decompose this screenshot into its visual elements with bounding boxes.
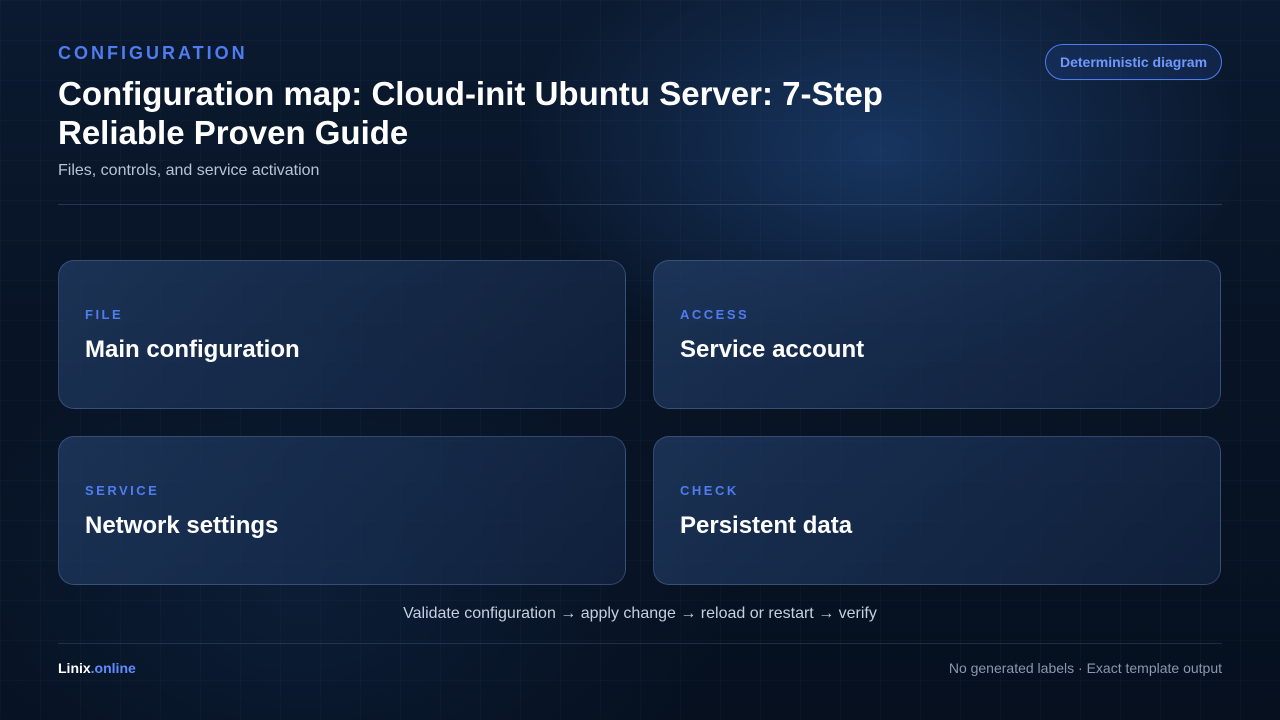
card-file: FILE Main configuration: [58, 260, 626, 409]
footer-note: No generated labels · Exact template out…: [948, 660, 1222, 676]
card-title: Service account: [680, 336, 865, 363]
diagram-badge: Deterministic diagram: [1045, 44, 1222, 80]
footer-divider: [58, 643, 1222, 644]
card-kicker: CHECK: [680, 483, 739, 498]
card-title: Persistent data: [680, 512, 853, 539]
card-kicker: SERVICE: [85, 483, 160, 498]
card-title: Main configuration: [85, 336, 300, 363]
card-check: CHECK Persistent data: [653, 436, 1221, 585]
brand-name: Linix: [58, 660, 91, 676]
page-subtitle: Files, controls, and service activation: [58, 162, 320, 179]
card-kicker: ACCESS: [680, 307, 750, 322]
page-title: Configuration map: Cloud-init Ubuntu Ser…: [58, 75, 883, 151]
process-flow: Validate configuration → apply change → …: [403, 605, 877, 622]
card-service: SERVICE Network settings: [58, 436, 626, 585]
header-divider: [58, 204, 1222, 205]
brand-logo[interactable]: Linix.online: [58, 660, 136, 676]
card-title: Network settings: [85, 512, 279, 539]
section-eyebrow: CONFIGURATION: [58, 43, 248, 63]
card-kicker: FILE: [85, 307, 124, 322]
card-access: ACCESS Service account: [653, 260, 1221, 409]
brand-tld: .online: [90, 660, 136, 676]
